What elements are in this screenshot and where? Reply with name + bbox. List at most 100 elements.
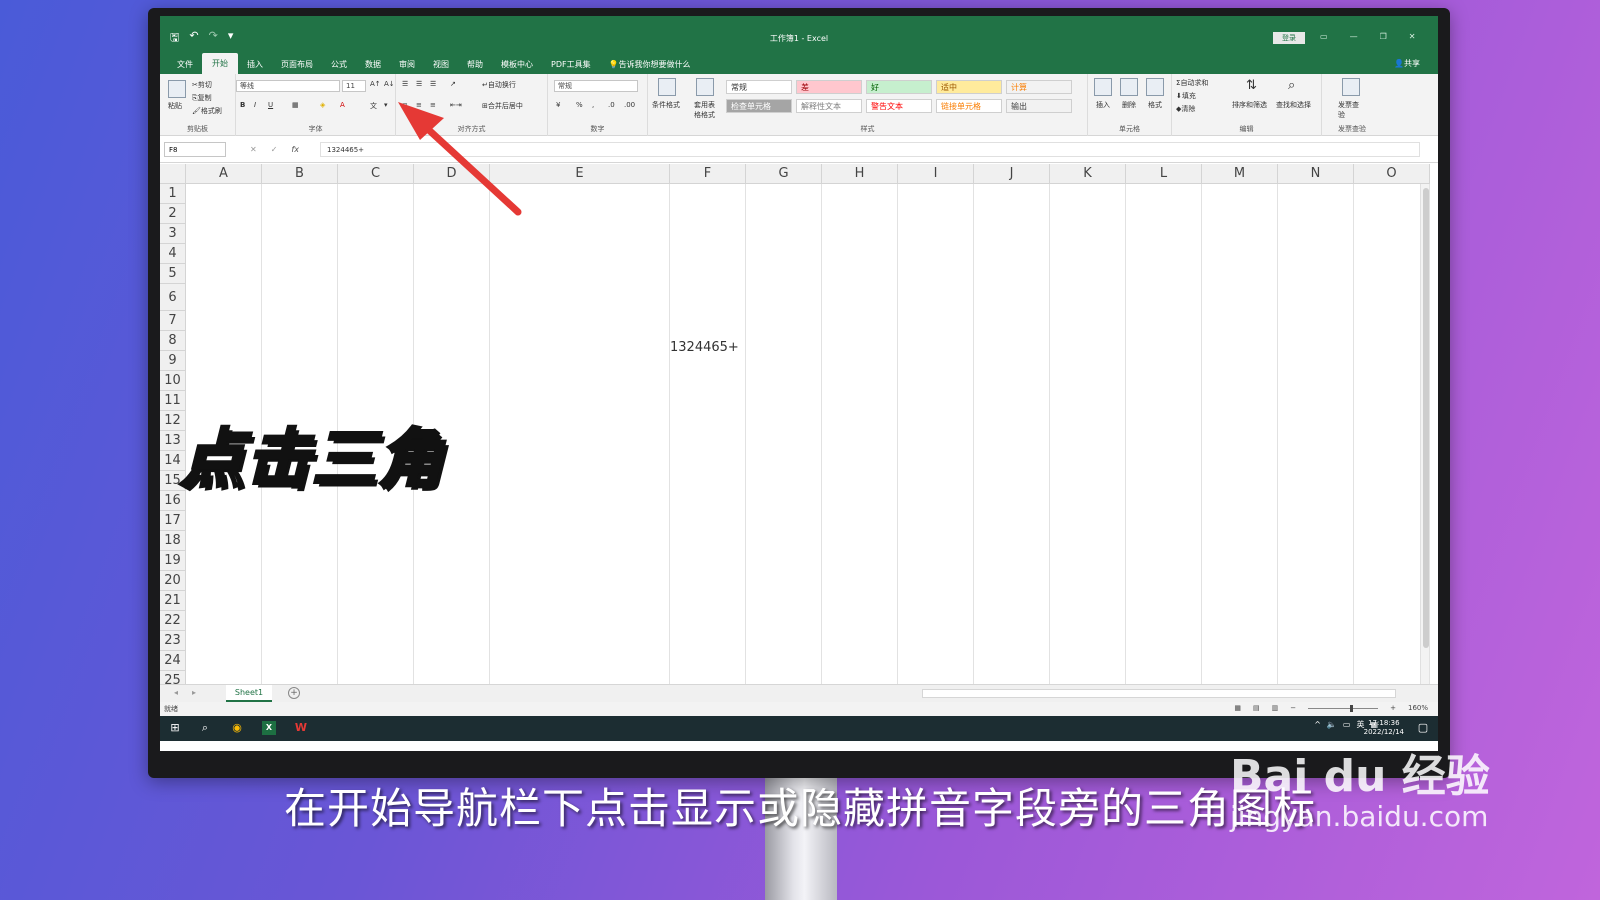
indent-icon[interactable]: ⇤⇥ xyxy=(450,101,462,109)
network-icon[interactable]: ▭ xyxy=(1343,720,1351,729)
cell-style-item[interactable]: 好 xyxy=(866,80,932,94)
column-header[interactable]: K xyxy=(1050,164,1126,184)
wrap-text-button[interactable]: ↵自动换行 xyxy=(482,80,516,90)
row-header[interactable]: 9 xyxy=(160,351,186,371)
normal-view-icon[interactable]: ▦ xyxy=(1234,704,1241,712)
column-header[interactable]: J xyxy=(974,164,1050,184)
phonetic-dropdown-triangle-icon[interactable]: ▾ xyxy=(384,101,388,109)
row-header[interactable]: 10 xyxy=(160,371,186,391)
sort-filter-button[interactable]: 排序和筛选 xyxy=(1232,100,1267,110)
format-painter-button[interactable]: 🖌格式刷 xyxy=(192,106,222,116)
table-format-icon[interactable] xyxy=(696,78,714,96)
invoice-check-icon[interactable] xyxy=(1342,78,1360,96)
invoice-check-button[interactable]: 发票查验 xyxy=(1338,100,1360,120)
column-header[interactable]: H xyxy=(822,164,898,184)
row-header[interactable]: 21 xyxy=(160,591,186,611)
sort-filter-icon[interactable]: ⇅ xyxy=(1246,78,1257,93)
cell-style-item[interactable]: 差 xyxy=(796,80,862,94)
windows-start-icon[interactable]: ⊞ xyxy=(168,721,182,735)
comma-icon[interactable]: , xyxy=(592,101,594,109)
format-cells-icon[interactable] xyxy=(1146,78,1164,96)
sheet-tab-sheet1[interactable]: Sheet1 xyxy=(226,685,272,702)
row-header[interactable]: 8 xyxy=(160,331,186,351)
login-button[interactable]: 登录 xyxy=(1273,32,1305,44)
percent-button[interactable]: % xyxy=(576,101,583,109)
bold-button[interactable]: B xyxy=(240,101,245,109)
tell-me-search[interactable]: 💡告诉我你想要做什么 xyxy=(600,55,700,74)
formula-input[interactable]: 1324465+ xyxy=(320,142,1420,157)
align-left-icon[interactable]: ≡ xyxy=(402,101,408,109)
merge-center-button[interactable]: ⊞合并后居中 xyxy=(482,101,523,111)
border-icon[interactable]: ▦ xyxy=(292,101,299,109)
page-break-view-icon[interactable]: ▥ xyxy=(1272,704,1279,712)
tray-expand-icon[interactable]: ^ xyxy=(1314,720,1321,729)
delete-cells-button[interactable]: 删除 xyxy=(1122,100,1136,110)
close-icon[interactable]: ✕ xyxy=(1409,32,1416,41)
column-header[interactable]: F xyxy=(670,164,746,184)
confirm-icon[interactable]: ✓ xyxy=(271,145,278,154)
zoom-level[interactable]: 160% xyxy=(1408,704,1428,712)
column-header[interactable]: M xyxy=(1202,164,1278,184)
column-header[interactable]: B xyxy=(262,164,338,184)
column-header[interactable]: A xyxy=(186,164,262,184)
decrease-font-icon[interactable]: A↓ xyxy=(384,80,395,88)
cell-style-item[interactable]: 常规 xyxy=(726,80,792,94)
row-header[interactable]: 3 xyxy=(160,224,186,244)
column-header[interactable]: G xyxy=(746,164,822,184)
name-box[interactable]: F8 xyxy=(164,142,226,157)
row-header[interactable]: 20 xyxy=(160,571,186,591)
tab-review[interactable]: 审阅 xyxy=(390,55,424,74)
copy-button[interactable]: ⎘复制 xyxy=(192,93,212,103)
chrome-icon[interactable]: ◉ xyxy=(230,721,244,735)
decrease-decimal-icon[interactable]: .00 xyxy=(624,101,635,109)
add-sheet-button[interactable]: + xyxy=(288,687,300,699)
paste-button[interactable]: 粘贴 xyxy=(168,101,182,111)
notification-icon[interactable]: ▢ xyxy=(1416,721,1430,735)
cut-button[interactable]: ✂剪切 xyxy=(192,80,212,90)
increase-decimal-icon[interactable]: .0 xyxy=(608,101,615,109)
column-header[interactable]: L xyxy=(1126,164,1202,184)
share-button[interactable]: 👤共享 xyxy=(1394,58,1420,69)
row-header[interactable]: 17 xyxy=(160,511,186,531)
cell-style-item[interactable]: 计算 xyxy=(1006,80,1072,94)
find-select-button[interactable]: 查找和选择 xyxy=(1276,100,1311,110)
fill-color-icon[interactable]: ◈ xyxy=(320,101,325,109)
column-header[interactable]: C xyxy=(338,164,414,184)
maximize-icon[interactable]: ❐ xyxy=(1380,32,1387,41)
insert-cells-button[interactable]: 插入 xyxy=(1096,100,1110,110)
autosum-button[interactable]: Σ自动求和 xyxy=(1176,78,1208,88)
tab-help[interactable]: 帮助 xyxy=(458,55,492,74)
tab-home[interactable]: 开始 xyxy=(202,53,238,75)
tab-data[interactable]: 数据 xyxy=(356,55,390,74)
cell-style-item[interactable]: 警告文本 xyxy=(866,99,932,113)
column-header[interactable]: E xyxy=(490,164,670,184)
row-header[interactable]: 23 xyxy=(160,631,186,651)
align-middle-icon[interactable]: ☰ xyxy=(416,80,422,88)
conditional-format-button[interactable]: 条件格式 xyxy=(652,100,680,110)
cell-style-item[interactable]: 检查单元格 xyxy=(726,99,792,113)
cell-style-item[interactable]: 输出 xyxy=(1006,99,1072,113)
row-header[interactable]: 1 xyxy=(160,184,186,204)
zoom-in-icon[interactable]: + xyxy=(1390,704,1396,712)
column-header[interactable]: D xyxy=(414,164,490,184)
cell-f8[interactable]: 1324465+ xyxy=(670,340,739,355)
volume-icon[interactable]: 🔈 xyxy=(1327,720,1337,729)
tab-file[interactable]: 文件 xyxy=(168,55,202,74)
align-center-icon[interactable]: ≡ xyxy=(416,101,422,109)
zoom-slider[interactable] xyxy=(1308,705,1379,712)
select-all-corner[interactable] xyxy=(160,164,186,184)
align-right-icon[interactable]: ≡ xyxy=(430,101,436,109)
font-size-select[interactable]: 11 xyxy=(342,80,366,92)
fill-button[interactable]: ⬇填充 xyxy=(1176,91,1196,101)
clock[interactable]: 17:18:36 2022/12/14 xyxy=(1364,719,1404,737)
format-cells-button[interactable]: 格式 xyxy=(1148,100,1162,110)
font-color-icon[interactable]: A xyxy=(340,101,345,109)
align-top-icon[interactable]: ☰ xyxy=(402,80,408,88)
number-format-select[interactable]: 常规 xyxy=(554,80,638,92)
underline-button[interactable]: U xyxy=(268,101,273,109)
tab-view[interactable]: 视图 xyxy=(424,55,458,74)
orientation-icon[interactable]: ↗ xyxy=(450,80,456,88)
row-header[interactable]: 2 xyxy=(160,204,186,224)
search-icon[interactable]: ⌕ xyxy=(198,721,212,735)
minimize-icon[interactable]: — xyxy=(1350,32,1358,41)
